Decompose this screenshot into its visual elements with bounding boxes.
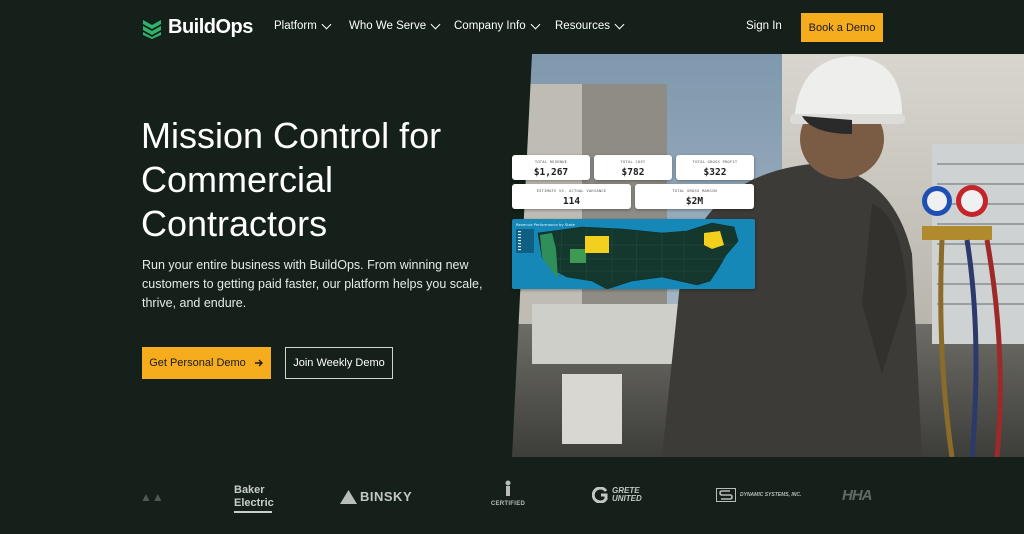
stat-card-estimate-variance: ESTIMATE VS. ACTUAL VARIANCE 114: [512, 184, 631, 209]
nav-label: Company Info: [454, 20, 526, 32]
stat-value: 114: [562, 196, 581, 207]
chevron-down-icon: [614, 19, 625, 29]
certified-figure-icon: [505, 480, 511, 496]
buildops-logo-icon: [143, 19, 161, 39]
nav-label: Who We Serve: [349, 20, 427, 32]
logo-binsky: BINSKY: [340, 489, 412, 504]
nav-resources[interactable]: Resources: [555, 19, 625, 32]
headline-line: Contractors: [141, 203, 328, 244]
logo-underline: [234, 511, 272, 513]
brand-name: BuildOps: [168, 16, 253, 38]
stat-label: TOTAL GROSS PROFIT: [692, 159, 738, 164]
logo-text: BINSKY: [360, 489, 413, 504]
stat-label: TOTAL GROSS MARGIN: [672, 188, 717, 193]
join-weekly-demo-button[interactable]: Join Weekly Demo: [285, 347, 393, 379]
logo-baker-electric: Baker Electric: [234, 483, 274, 513]
stat-value: $2M: [685, 196, 704, 207]
stat-value: $1,267: [533, 167, 569, 178]
logo-certified: CERTIFIED: [486, 480, 530, 507]
button-label: Get Personal Demo: [149, 357, 246, 369]
nav-who-we-serve[interactable]: Who We Serve: [349, 19, 441, 32]
faded-h-logo-icon: HHA: [842, 487, 872, 504]
stat-card-total-cost: TOTAL COST $782: [594, 155, 672, 180]
hero-subtext: Run your entire business with BuildOps. …: [142, 258, 483, 310]
hero-headline: Mission Control for Commercial Contracto…: [141, 114, 501, 246]
binsky-triangle-icon: [340, 489, 357, 504]
dynamic-s-icon: [716, 488, 736, 502]
headline-line: Commercial: [141, 159, 334, 200]
logo-grete-united: GRETE UNITED: [592, 487, 642, 503]
sign-in-link[interactable]: Sign In: [746, 20, 782, 32]
stat-label: TOTAL COST: [620, 159, 646, 164]
stat-card-total-gross-profit: TOTAL GROSS PROFIT $322: [676, 155, 754, 180]
nav-label: Platform: [274, 20, 317, 32]
nav-company-info[interactable]: Company Info: [454, 19, 541, 32]
stat-card-total-revenue: TOTAL REVENUE $1,267: [512, 155, 590, 180]
book-demo-button[interactable]: Book a Demo: [801, 13, 883, 42]
get-personal-demo-button[interactable]: Get Personal Demo: [142, 347, 271, 379]
stat-label: ESTIMATE VS. ACTUAL VARIANCE: [536, 188, 607, 193]
logo-dynamic-systems: DYNAMIC SYSTEMS, INC.: [716, 488, 801, 502]
arrow-right-icon: [254, 359, 263, 367]
chevron-down-icon: [321, 19, 332, 29]
faded-logo-icon: ▲▲: [140, 490, 164, 504]
logo-text: CERTIFIED: [490, 501, 526, 507]
chevron-down-icon: [530, 19, 541, 29]
stat-value: $782: [621, 167, 645, 178]
nav-label: Resources: [555, 20, 610, 32]
grete-g-icon: [592, 487, 608, 503]
logo-text: DYNAMIC SYSTEMS, INC.: [740, 492, 802, 498]
stat-label: TOTAL REVENUE: [534, 159, 568, 164]
headline-line: Mission Control for: [141, 115, 442, 156]
revenue-map-card: Revenue Performance by State: [512, 219, 755, 289]
nav-platform[interactable]: Platform: [274, 19, 332, 32]
customer-logo-strip: ▲▲ Baker Electric BINSKY CERTIFIED GRETE…: [0, 470, 1024, 526]
buildops-logo[interactable]: BuildOps: [141, 16, 253, 39]
stat-card-total-gross-margin: TOTAL GROSS MARGIN $2M: [635, 184, 754, 209]
top-navigation: BuildOps Platform Who We Serve Company I…: [0, 0, 1024, 54]
logo-text: GRETE UNITED: [612, 486, 642, 503]
logo-text: Baker Electric: [234, 484, 274, 509]
us-map-graphic: [516, 222, 739, 289]
stat-value: $322: [703, 167, 727, 178]
chevron-down-icon: [430, 19, 441, 29]
